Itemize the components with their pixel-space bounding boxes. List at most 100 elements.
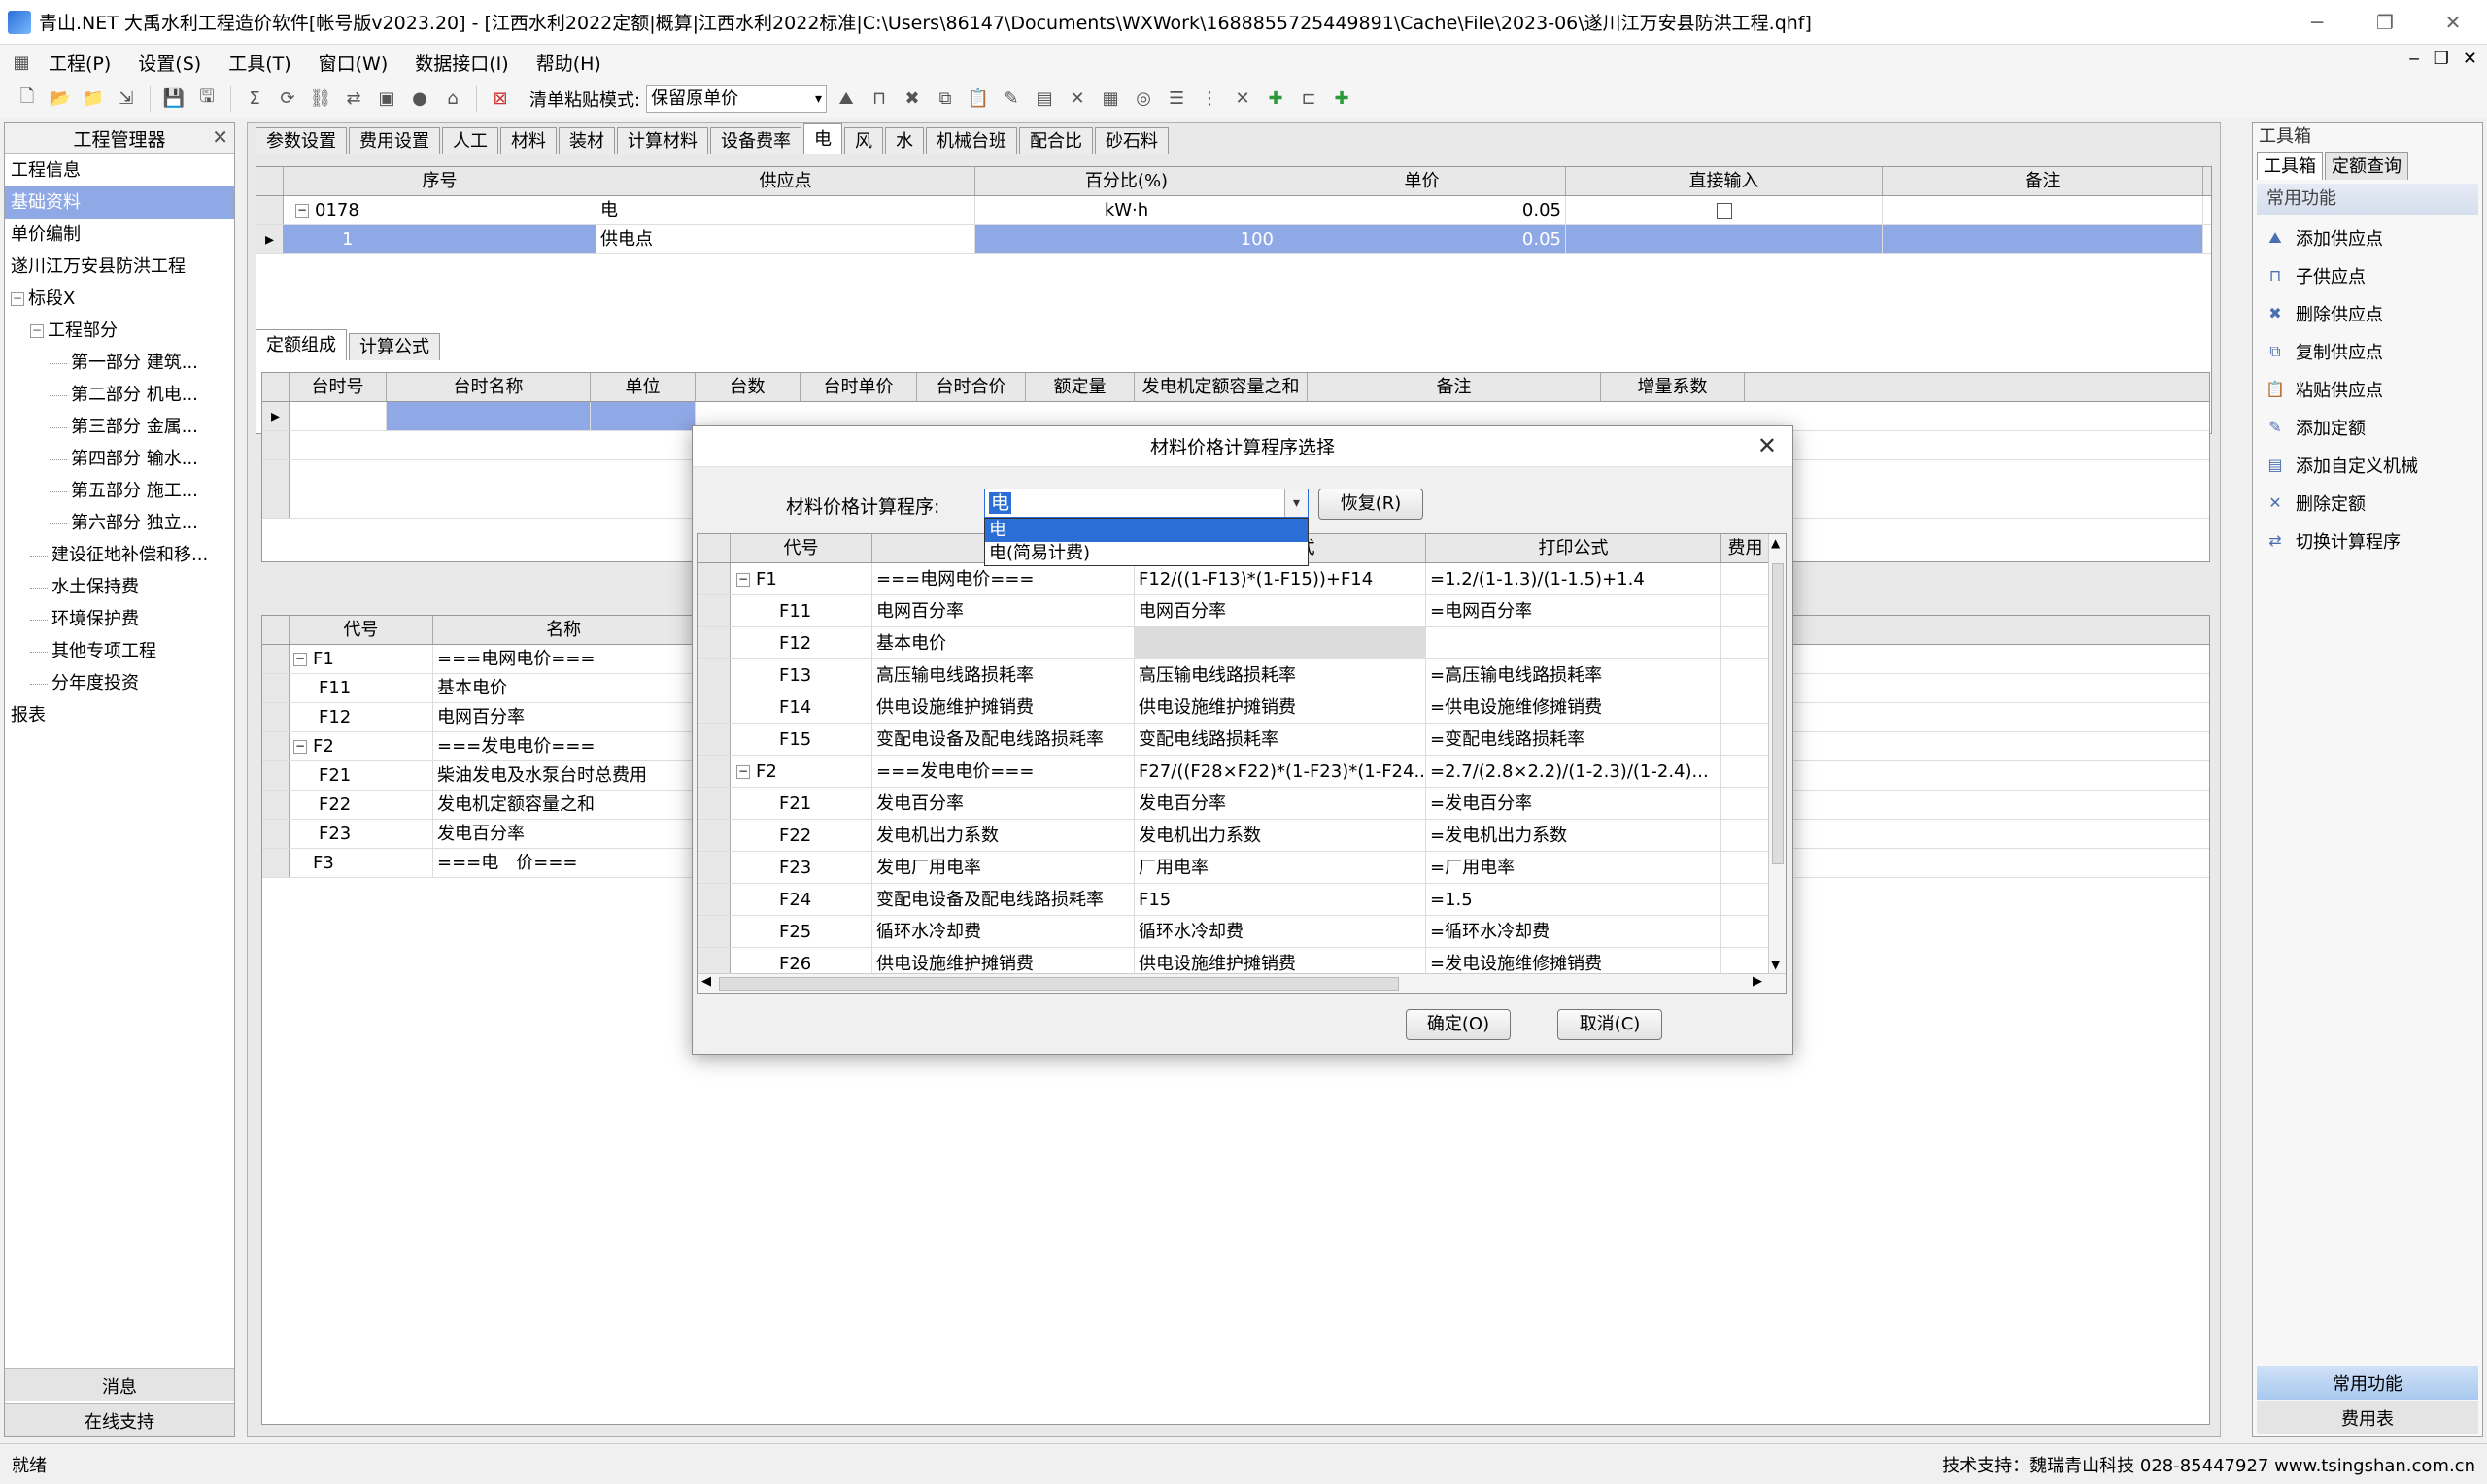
row-header[interactable] (262, 791, 290, 819)
cell-percentage[interactable]: kW·h (975, 196, 1278, 224)
scroll-left-icon[interactable]: ◀ (701, 974, 711, 989)
cell-code[interactable]: F21 (731, 788, 872, 819)
collapse-icon[interactable]: − (11, 292, 24, 306)
tree-item[interactable]: − 标段X (5, 283, 234, 315)
mdi-restore-icon[interactable]: ❐ (2434, 49, 2449, 69)
main-tab[interactable]: 电 (803, 123, 842, 154)
tree-item[interactable]: 工程信息 (5, 154, 234, 186)
open-recent-icon[interactable]: 📁 (80, 85, 107, 113)
menu-data-interface[interactable]: 数据接口(I) (401, 50, 522, 76)
reset-button[interactable]: 恢复(R) (1318, 489, 1423, 520)
row-header[interactable] (262, 849, 290, 877)
main-tab[interactable]: 水 (885, 127, 924, 154)
table-row[interactable]: F24 变配电设备及配电线路损耗率 F15 =1.5 (698, 884, 1786, 916)
import-icon[interactable]: ⇲ (113, 85, 140, 113)
table-row[interactable]: − F1 ===电网电价=== F12/((1-F13)*(1-F15))+F14 =1… (698, 563, 1786, 595)
cell-code[interactable]: F12 (731, 627, 872, 658)
menu-tools[interactable]: 工具(T) (215, 50, 304, 76)
target-icon[interactable]: ◎ (1130, 85, 1157, 113)
collapse-icon[interactable]: − (293, 653, 307, 666)
cell-direct-input[interactable] (1566, 196, 1883, 224)
cell-formula[interactable]: F27/((F28×F22)*(1-F23)*(1-F24... (1135, 756, 1426, 787)
tree-item[interactable]: − 工程部分 (5, 315, 234, 347)
sub-tab[interactable]: 定额组成 (256, 329, 347, 360)
collapse-icon[interactable]: − (736, 573, 750, 587)
row-header-current[interactable]: ▸ (256, 225, 284, 253)
toolbox-item[interactable]: 📋 粘贴供应点 (2253, 370, 2482, 408)
main-tab[interactable]: 配合比 (1019, 127, 1093, 154)
cell-formula[interactable]: 电网百分率 (1135, 595, 1426, 626)
cell-remark[interactable] (1883, 225, 2203, 253)
cell-machine-name[interactable] (387, 402, 591, 430)
main-tab[interactable]: 风 (844, 127, 883, 154)
open-folder-icon[interactable]: 📂 (47, 85, 74, 113)
cancel-button[interactable]: 取消(C) (1557, 1009, 1662, 1040)
tree-item[interactable]: 第五部分 施工... (5, 475, 234, 507)
row-header-current[interactable]: ▸ (262, 402, 290, 430)
toolbox-item[interactable]: ✎ 添加定额 (2253, 408, 2482, 446)
cell-name[interactable]: 循环水冷却费 (872, 916, 1135, 947)
row-header[interactable] (262, 674, 290, 702)
main-tab[interactable]: 人工 (442, 127, 498, 154)
cell-fee[interactable] (1721, 659, 1770, 691)
tree-item[interactable]: 第四部分 输水... (5, 443, 234, 475)
cell-remark[interactable] (1883, 196, 2203, 224)
table-row[interactable]: F15 变配电设备及配电线路损耗率 变配电线路损耗率 =变配电线路损耗率 (698, 724, 1786, 756)
col-header[interactable]: 备注 (1308, 373, 1601, 401)
cell-formula[interactable]: F15 (1135, 884, 1426, 915)
remove-icon[interactable]: ✕ (1229, 85, 1256, 113)
cell-formula[interactable] (1135, 627, 1426, 658)
cell-name[interactable]: ===电 价=== (433, 849, 696, 877)
cell-name[interactable]: 发电机定额容量之和 (433, 791, 696, 819)
horizontal-scrollbar[interactable]: ◀ ▶ (698, 973, 1786, 993)
tree-item[interactable]: 其他专项工程 (5, 635, 234, 667)
cell-formula[interactable]: 厂用电率 (1135, 852, 1426, 883)
common-functions-section[interactable]: 常用功能 (2257, 184, 2478, 215)
add-quota-icon[interactable]: ✎ (998, 85, 1025, 113)
cell-code[interactable]: − F2 (731, 756, 872, 787)
fee-table-button[interactable]: 费用表 (2257, 1401, 2478, 1434)
delete-supply-point-icon[interactable]: ✖ (899, 85, 926, 113)
mdi-close-icon[interactable]: ✕ (2463, 49, 2477, 69)
cell-formula[interactable]: 供电设施维护摊销费 (1135, 691, 1426, 723)
col-print-formula[interactable]: 打印公式 (1426, 534, 1721, 562)
table-row[interactable]: F14 供电设施维护摊销费 供电设施维护摊销费 =供电设施维修摊销费 (698, 691, 1786, 724)
delete-red-icon[interactable]: ⊠ (487, 85, 514, 113)
cell-name[interactable]: 基本电价 (872, 627, 1135, 658)
row-header[interactable] (698, 916, 731, 947)
tree-item[interactable]: 第三部分 金属... (5, 411, 234, 443)
row-header[interactable] (698, 595, 731, 626)
move-up-icon[interactable]: ✚ (1262, 85, 1289, 113)
cell-code[interactable]: F23 (290, 820, 433, 848)
sub-supply-point-icon[interactable]: ⊓ (866, 85, 893, 113)
cell-formula[interactable]: 循环水冷却费 (1135, 916, 1426, 947)
col-direct-input[interactable]: 直接输入 (1566, 167, 1883, 195)
col-header[interactable]: 单位 (591, 373, 696, 401)
cell-fee[interactable] (1721, 788, 1770, 819)
cell-print-formula[interactable]: =变配电线路损耗率 (1426, 724, 1721, 755)
cell-name[interactable]: 高压输电线路损耗率 (872, 659, 1135, 691)
menu-help[interactable]: 帮助(H) (523, 50, 615, 76)
online-support-button[interactable]: 在线支持 (5, 1403, 234, 1436)
table-row[interactable]: F12 基本电价 (698, 627, 1786, 659)
table-row[interactable]: F11 电网百分率 电网百分率 =电网百分率 (698, 595, 1786, 627)
toolbox-item[interactable]: ✕ 删除定额 (2253, 484, 2482, 522)
tree-item[interactable]: 环境保护费 (5, 603, 234, 635)
main-tab[interactable]: 装材 (559, 127, 615, 154)
cell-direct-input[interactable] (1566, 225, 1883, 253)
col-code[interactable]: 代号 (731, 534, 872, 562)
menu-project[interactable]: 工程(P) (35, 50, 124, 76)
table-row[interactable]: ▸ 1 供电点 100 0.05 (256, 225, 2211, 254)
list-icon[interactable]: ☰ (1163, 85, 1190, 113)
col-header[interactable]: 台时合价 (917, 373, 1026, 401)
cell-supply-point[interactable]: 供电点 (596, 225, 975, 253)
table-row[interactable]: −0178 电 kW·h 0.05 (256, 196, 2211, 225)
cell-fee[interactable] (1721, 563, 1770, 594)
col-header[interactable]: 台时单价 (801, 373, 917, 401)
row-header[interactable] (262, 761, 290, 790)
cell-code[interactable]: F24 (731, 884, 872, 915)
toolbox-item[interactable]: ⇄ 切换计算程序 (2253, 522, 2482, 559)
cell-code[interactable]: F13 (731, 659, 872, 691)
cell-machine-no[interactable] (290, 402, 387, 430)
col-seq[interactable]: 序号 (284, 167, 596, 195)
